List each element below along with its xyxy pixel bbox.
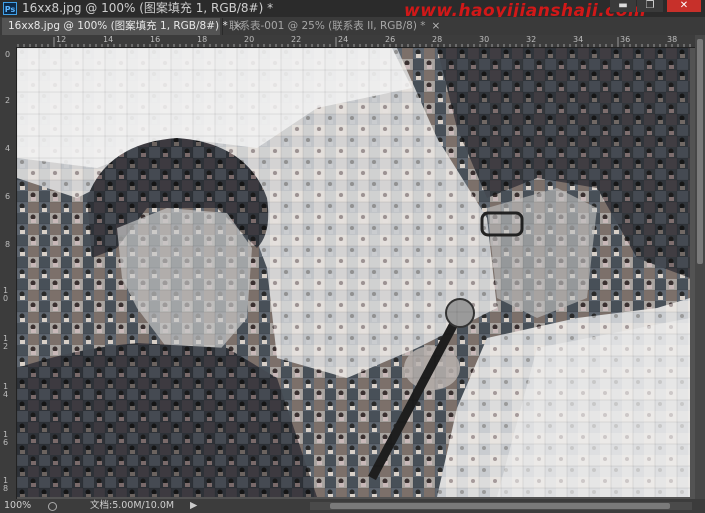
ruler-tick-label: 0 [5,50,11,59]
mosaic-image [17,48,690,497]
close-button[interactable]: ✕ [667,0,701,12]
ruler-origin[interactable] [0,35,16,47]
ruler-tick-label: 14 [3,382,9,399]
ruler-tick-label: 38 [667,35,678,44]
expand-arrow-icon[interactable]: ▶ [190,499,197,513]
document-size: 文档:5.00M/10.0M [90,500,175,511]
document-canvas[interactable] [17,48,690,497]
ruler-tick-label: 6 [5,192,11,201]
ruler-tick-label: 12 [56,35,67,44]
window-title: 16xx8.jpg @ 100% (图案填充 1, RGB/8#) * [22,1,274,15]
photoshop-logo-icon: Ps [3,2,17,15]
zoom-level[interactable]: 100% [4,499,31,513]
title-bar: Ps 16xx8.jpg @ 100% (图案填充 1, RGB/8#) * w… [0,0,705,21]
tab-label: 联系表-001 @ 25% (联系表 II, RGB/8) * [229,20,426,32]
scrollbar-thumb[interactable] [697,39,703,264]
ruler-tick-label: 34 [573,35,584,44]
status-bar: 100% 文档:5.00M/10.0M ▶ [0,499,705,513]
ruler-tick-label: 26 [385,35,396,44]
ruler-tick-label: 24 [338,35,349,44]
ruler-tick-label: 12 [3,334,9,351]
ruler-tick-label: 28 [432,35,443,44]
ruler-tick-label: 16 [150,35,161,44]
tab-contact-sheet[interactable]: 联系表-001 @ 25% (联系表 II, RGB/8) * × [222,18,440,35]
ruler-tick-label: 20 [244,35,255,44]
ruler-tick-label: 2 [5,96,11,105]
ruler-tick-label: 18 [3,476,9,493]
ruler-tick-label: 4 [5,144,11,153]
vertical-scrollbar[interactable] [695,35,705,499]
circle-icon[interactable] [48,502,57,511]
vertical-ruler[interactable]: 0 2 4 6 8 10 12 14 16 18 [0,47,17,499]
horizontal-scrollbar[interactable] [310,502,692,510]
scrollbar-thumb[interactable] [330,503,670,509]
ruler-tick-label: 14 [103,35,114,44]
ruler-tick-label: 30 [479,35,490,44]
ruler-tick-label: 16 [3,430,9,447]
tab-label: 16xx8.jpg @ 100% (图案填充 1, RGB/8#) * [8,20,228,32]
document-tab-bar: 16xx8.jpg @ 100% (图案填充 1, RGB/8#) * × 联系表… [0,17,705,36]
maximize-button[interactable]: ❐ [637,0,663,12]
ruler-tick-label: 18 [197,35,208,44]
ruler-tick-label: 32 [526,35,537,44]
ruler-tick-label: 22 [291,35,302,44]
minimize-button[interactable]: ▬ [610,0,636,12]
ruler-tick-label: 8 [5,240,11,249]
ruler-tick-label: 36 [620,35,631,44]
tab-16xx8[interactable]: 16xx8.jpg @ 100% (图案填充 1, RGB/8#) * × [2,18,243,35]
ruler-tick-label: 10 [3,286,9,303]
tab-close-icon[interactable]: × [432,20,441,32]
horizontal-ruler[interactable]: 12 14 16 18 20 22 24 26 28 30 32 34 36 3… [16,35,695,48]
